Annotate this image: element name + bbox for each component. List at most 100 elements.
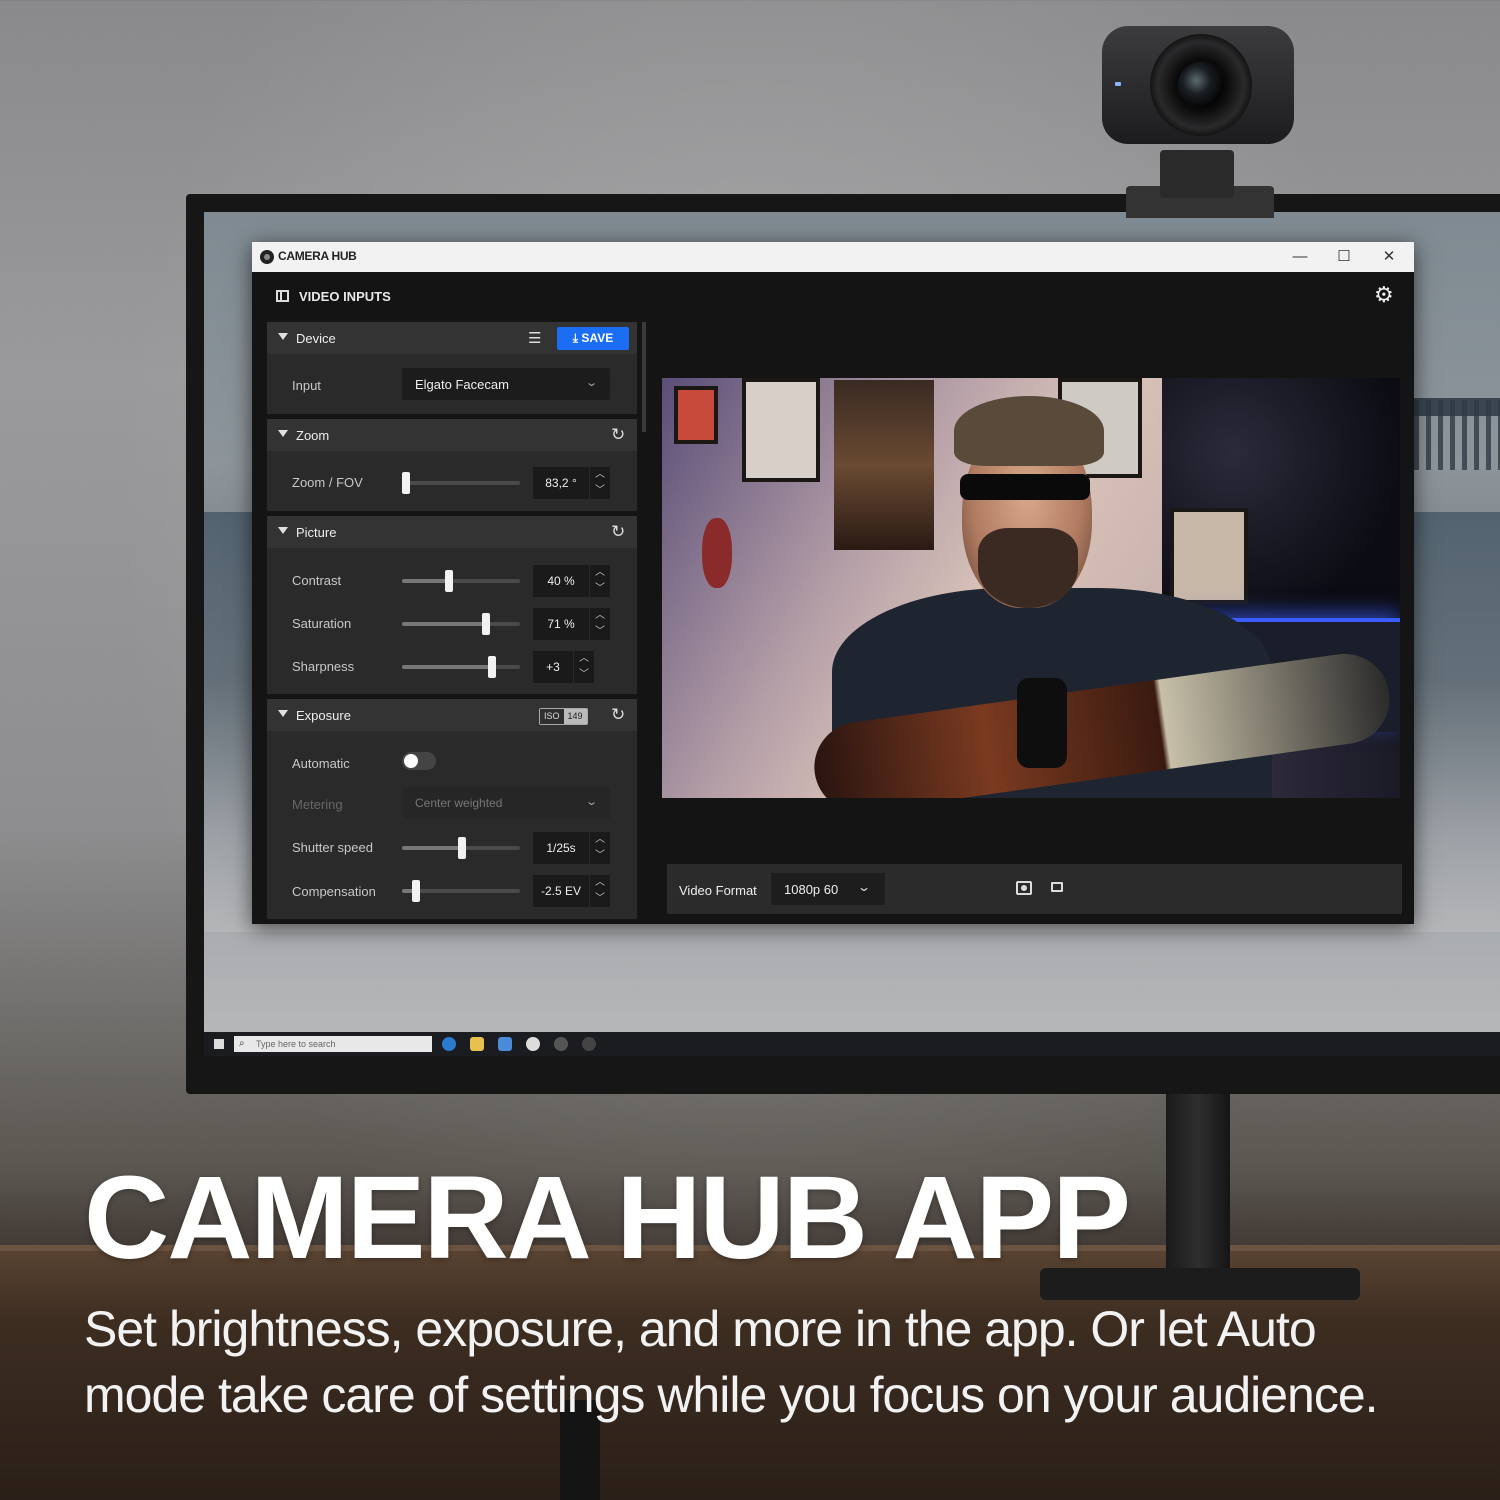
exposure-section-header[interactable]: Exposure ISO 149 ↻	[267, 699, 637, 731]
picture-section-title: Picture	[296, 525, 337, 540]
saturation-value-box[interactable]: 71 %	[533, 608, 589, 640]
contrast-slider[interactable]	[402, 570, 520, 592]
device-section: Device ☰ ⤓ SAVE Input Elgato Facecam ⌄	[267, 322, 637, 414]
compensation-value: -2.5 EV	[540, 884, 582, 898]
sharpness-slider-handle[interactable]	[487, 656, 496, 678]
page-title: VIDEO INPUTS	[299, 289, 391, 304]
chevron-down-icon[interactable]: ﹀	[594, 582, 606, 596]
chevron-down-icon[interactable]: ﹀	[594, 625, 606, 639]
collapse-triangle-icon	[278, 710, 288, 717]
saturation-slider-handle[interactable]	[481, 613, 490, 635]
chevron-up-icon[interactable]: ︿	[594, 566, 606, 580]
xbox-icon[interactable]	[526, 1037, 540, 1051]
screenshot-icon[interactable]	[1016, 881, 1032, 895]
shutter-speed-slider[interactable]	[402, 837, 520, 859]
save-button-label: SAVE	[581, 331, 614, 345]
collapse-triangle-icon	[278, 527, 288, 534]
sharpness-stepper[interactable]: ︿ ﹀	[574, 651, 594, 683]
windows-start-icon[interactable]	[214, 1039, 224, 1049]
gear-icon[interactable]: ⚙	[1374, 282, 1394, 308]
preview-person-beard	[978, 528, 1078, 608]
reset-icon[interactable]: ↻	[611, 705, 625, 725]
reset-icon[interactable]: ↻	[611, 425, 625, 445]
camera-preview	[662, 378, 1400, 798]
shutter-speed-label: Shutter speed	[292, 840, 373, 855]
chevron-down-icon[interactable]: ﹀	[594, 849, 606, 863]
zoom-section-header[interactable]: Zoom ↻	[267, 419, 637, 451]
metering-label: Metering	[292, 797, 343, 812]
taskbar-search[interactable]: ⌕ Type here to search	[234, 1036, 432, 1052]
maximize-button[interactable]: ☐	[1329, 246, 1359, 268]
compensation-slider-handle[interactable]	[412, 880, 421, 902]
input-dropdown[interactable]: Elgato Facecam ⌄	[402, 368, 610, 400]
picture-section-header[interactable]: Picture ↻	[267, 516, 637, 548]
contrast-value-box[interactable]: 40 %	[533, 565, 589, 597]
shutter-speed-stepper[interactable]: ︿ ﹀	[590, 832, 610, 864]
sharpness-slider-fill	[402, 665, 492, 669]
saturation-stepper[interactable]: ︿ ﹀	[590, 608, 610, 640]
saturation-slider[interactable]	[402, 613, 520, 635]
zoom-fov-slider-handle[interactable]	[401, 472, 410, 494]
taskbar-search-placeholder: Type here to search	[256, 1039, 336, 1049]
sliders-adjust-icon[interactable]: ☰	[528, 329, 541, 347]
sidebar-toggle-icon[interactable]	[276, 290, 289, 302]
reset-icon[interactable]: ↻	[611, 522, 625, 542]
compensation-slider[interactable]	[402, 880, 520, 902]
metering-dropdown[interactable]: Center weighted ⌄	[402, 787, 610, 819]
zoom-fov-label: Zoom / FOV	[292, 475, 363, 490]
chevron-down-icon[interactable]: ﹀	[578, 668, 590, 682]
compensation-stepper[interactable]: ︿ ﹀	[590, 875, 610, 907]
sharpness-slider[interactable]	[402, 656, 520, 678]
chevron-down-icon[interactable]: ﹀	[594, 484, 606, 498]
automatic-exposure-toggle[interactable]	[402, 752, 436, 770]
close-button[interactable]: ✕	[1374, 246, 1404, 268]
compensation-value-box[interactable]: -2.5 EV	[533, 875, 589, 907]
metering-dropdown-value: Center weighted	[415, 796, 503, 810]
edge-browser-icon[interactable]	[442, 1037, 456, 1051]
device-section-header[interactable]: Device ☰ ⤓ SAVE	[267, 322, 637, 354]
video-format-dropdown[interactable]: 1080p 60 ⌄	[771, 873, 885, 905]
picture-section: Picture ↻ Contrast 40 % ︿ ﹀ Saturation 7…	[267, 516, 637, 694]
save-button[interactable]: ⤓ SAVE	[557, 327, 629, 350]
zoom-fov-value-box[interactable]: 83,2 °	[533, 467, 589, 499]
chevron-up-icon[interactable]: ︿	[594, 876, 606, 890]
page-header: VIDEO INPUTS ⚙	[252, 272, 1414, 318]
shutter-speed-value-box[interactable]: 1/25s	[533, 832, 589, 864]
subline: Set brightness, exposure, and more in th…	[84, 1301, 1379, 1423]
collapse-triangle-icon	[278, 430, 288, 437]
window-titlebar: CAMERA HUB — ☐ ✕	[252, 242, 1414, 272]
preview-wall-frame	[1170, 508, 1248, 604]
zoom-fov-stepper[interactable]: ︿ ﹀	[590, 467, 610, 499]
chevron-down-icon[interactable]: ﹀	[594, 892, 606, 906]
camera-hub-logo-icon	[260, 250, 274, 264]
chevron-up-icon[interactable]: ︿	[594, 609, 606, 623]
minimize-button[interactable]: —	[1285, 246, 1315, 268]
file-explorer-icon[interactable]	[470, 1037, 484, 1051]
collapse-triangle-icon	[278, 333, 288, 340]
iso-badge-label: ISO	[540, 709, 564, 724]
saturation-value: 71 %	[547, 617, 575, 631]
folder-icon[interactable]	[1051, 882, 1063, 892]
store-icon[interactable]	[498, 1037, 512, 1051]
camera-hub-taskbar-icon[interactable]	[554, 1037, 568, 1051]
preview-person-sunglasses	[960, 474, 1090, 500]
sharpness-label: Sharpness	[292, 659, 355, 674]
webcam-lens	[1178, 62, 1224, 108]
input-label: Input	[292, 378, 321, 393]
preview-poster	[834, 380, 934, 550]
iso-badge: ISO 149	[539, 708, 588, 725]
device-section-title: Device	[296, 331, 336, 346]
app-taskbar-icon[interactable]	[582, 1037, 596, 1051]
contrast-slider-handle[interactable]	[445, 570, 454, 592]
contrast-stepper[interactable]: ︿ ﹀	[590, 565, 610, 597]
shutter-speed-slider-handle[interactable]	[458, 837, 467, 859]
zoom-fov-slider[interactable]	[401, 472, 520, 494]
chevron-up-icon[interactable]: ︿	[578, 652, 590, 666]
sharpness-value: +3	[546, 660, 560, 674]
chevron-up-icon[interactable]: ︿	[594, 468, 606, 482]
preview-ukulele	[702, 518, 732, 588]
settings-scrollbar[interactable]	[642, 322, 646, 432]
exposure-section: Exposure ISO 149 ↻ Automatic Metering Cen…	[267, 699, 637, 919]
sharpness-value-box[interactable]: +3	[533, 651, 573, 683]
chevron-up-icon[interactable]: ︿	[594, 833, 606, 847]
